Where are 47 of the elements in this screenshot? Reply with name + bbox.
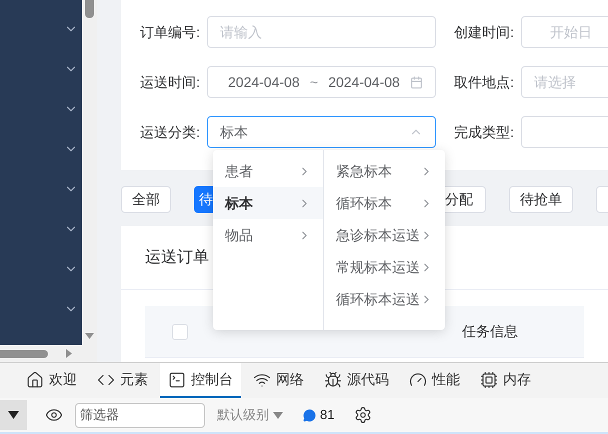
field-label: 取件地点: [453,72,515,92]
settings-icon[interactable] [354,406,372,424]
field-label: 创建时间: [453,22,515,42]
message-icon [303,408,316,422]
devtools-tab[interactable]: 网络 [245,363,312,398]
cascader-option[interactable]: 物品 [213,219,323,251]
scrollbar-thumb[interactable] [85,0,94,18]
cascader-option[interactable]: 患者 [213,155,323,187]
caret-down-icon [273,412,283,418]
devtools-tab[interactable]: 性能 [401,363,468,398]
chip-icon [480,370,498,388]
scrollbar-thumb[interactable] [0,350,48,358]
devtools-tab[interactable]: 源代码 [316,363,397,398]
filter-input[interactable]: 筛选器 [75,402,205,428]
field-label: 完成类型: [453,122,515,142]
cascader-option[interactable]: 急诊标本运送 [324,219,445,251]
calendar-icon [410,76,423,88]
bug-icon [324,370,342,388]
filter-button[interactable]: 全部 [121,186,171,213]
date-range-field[interactable]: 2024-04-08 ~ 2024-04-08 [207,66,436,98]
devtools-tab[interactable]: 欢迎 [18,363,85,398]
filter-button[interactable]: 待抢单 [509,186,573,213]
cascader-option[interactable]: 常规标本运送 [324,251,445,283]
scroll-right-arrow-icon[interactable] [66,349,72,358]
gauge-icon [409,370,427,388]
cascader-option[interactable]: 标本 [213,187,323,219]
eye-icon[interactable] [45,406,63,424]
devtools-tab[interactable]: 控制台 [160,363,241,398]
message-count-badge[interactable]: 81 [303,405,334,425]
cascader-option[interactable]: 紧急标本 [324,155,445,187]
terminal-icon [168,370,186,388]
caret-down-icon [8,411,19,419]
log-level-dropdown[interactable]: 默认级别 [217,405,283,425]
scroll-down-arrow-icon[interactable] [85,333,94,339]
column-header: 任务信息 [462,322,518,341]
cascader-field[interactable]: 标本 [207,116,436,148]
devtools-tab[interactable]: 内存 [472,363,539,398]
field-label: 订单编号: [139,22,201,42]
checkbox[interactable] [172,324,188,340]
field-label: 运送分类: [139,122,201,142]
field-label: 运送时间: [139,72,201,92]
cascader-option[interactable]: 循环标本运送 [324,283,445,315]
house-icon [26,370,44,388]
card-title: 运送订单 [145,248,209,268]
dropdown-button[interactable] [0,400,27,430]
devtools-tab[interactable]: 元素 [89,363,156,398]
cascader-option[interactable]: 循环标本 [324,187,445,219]
